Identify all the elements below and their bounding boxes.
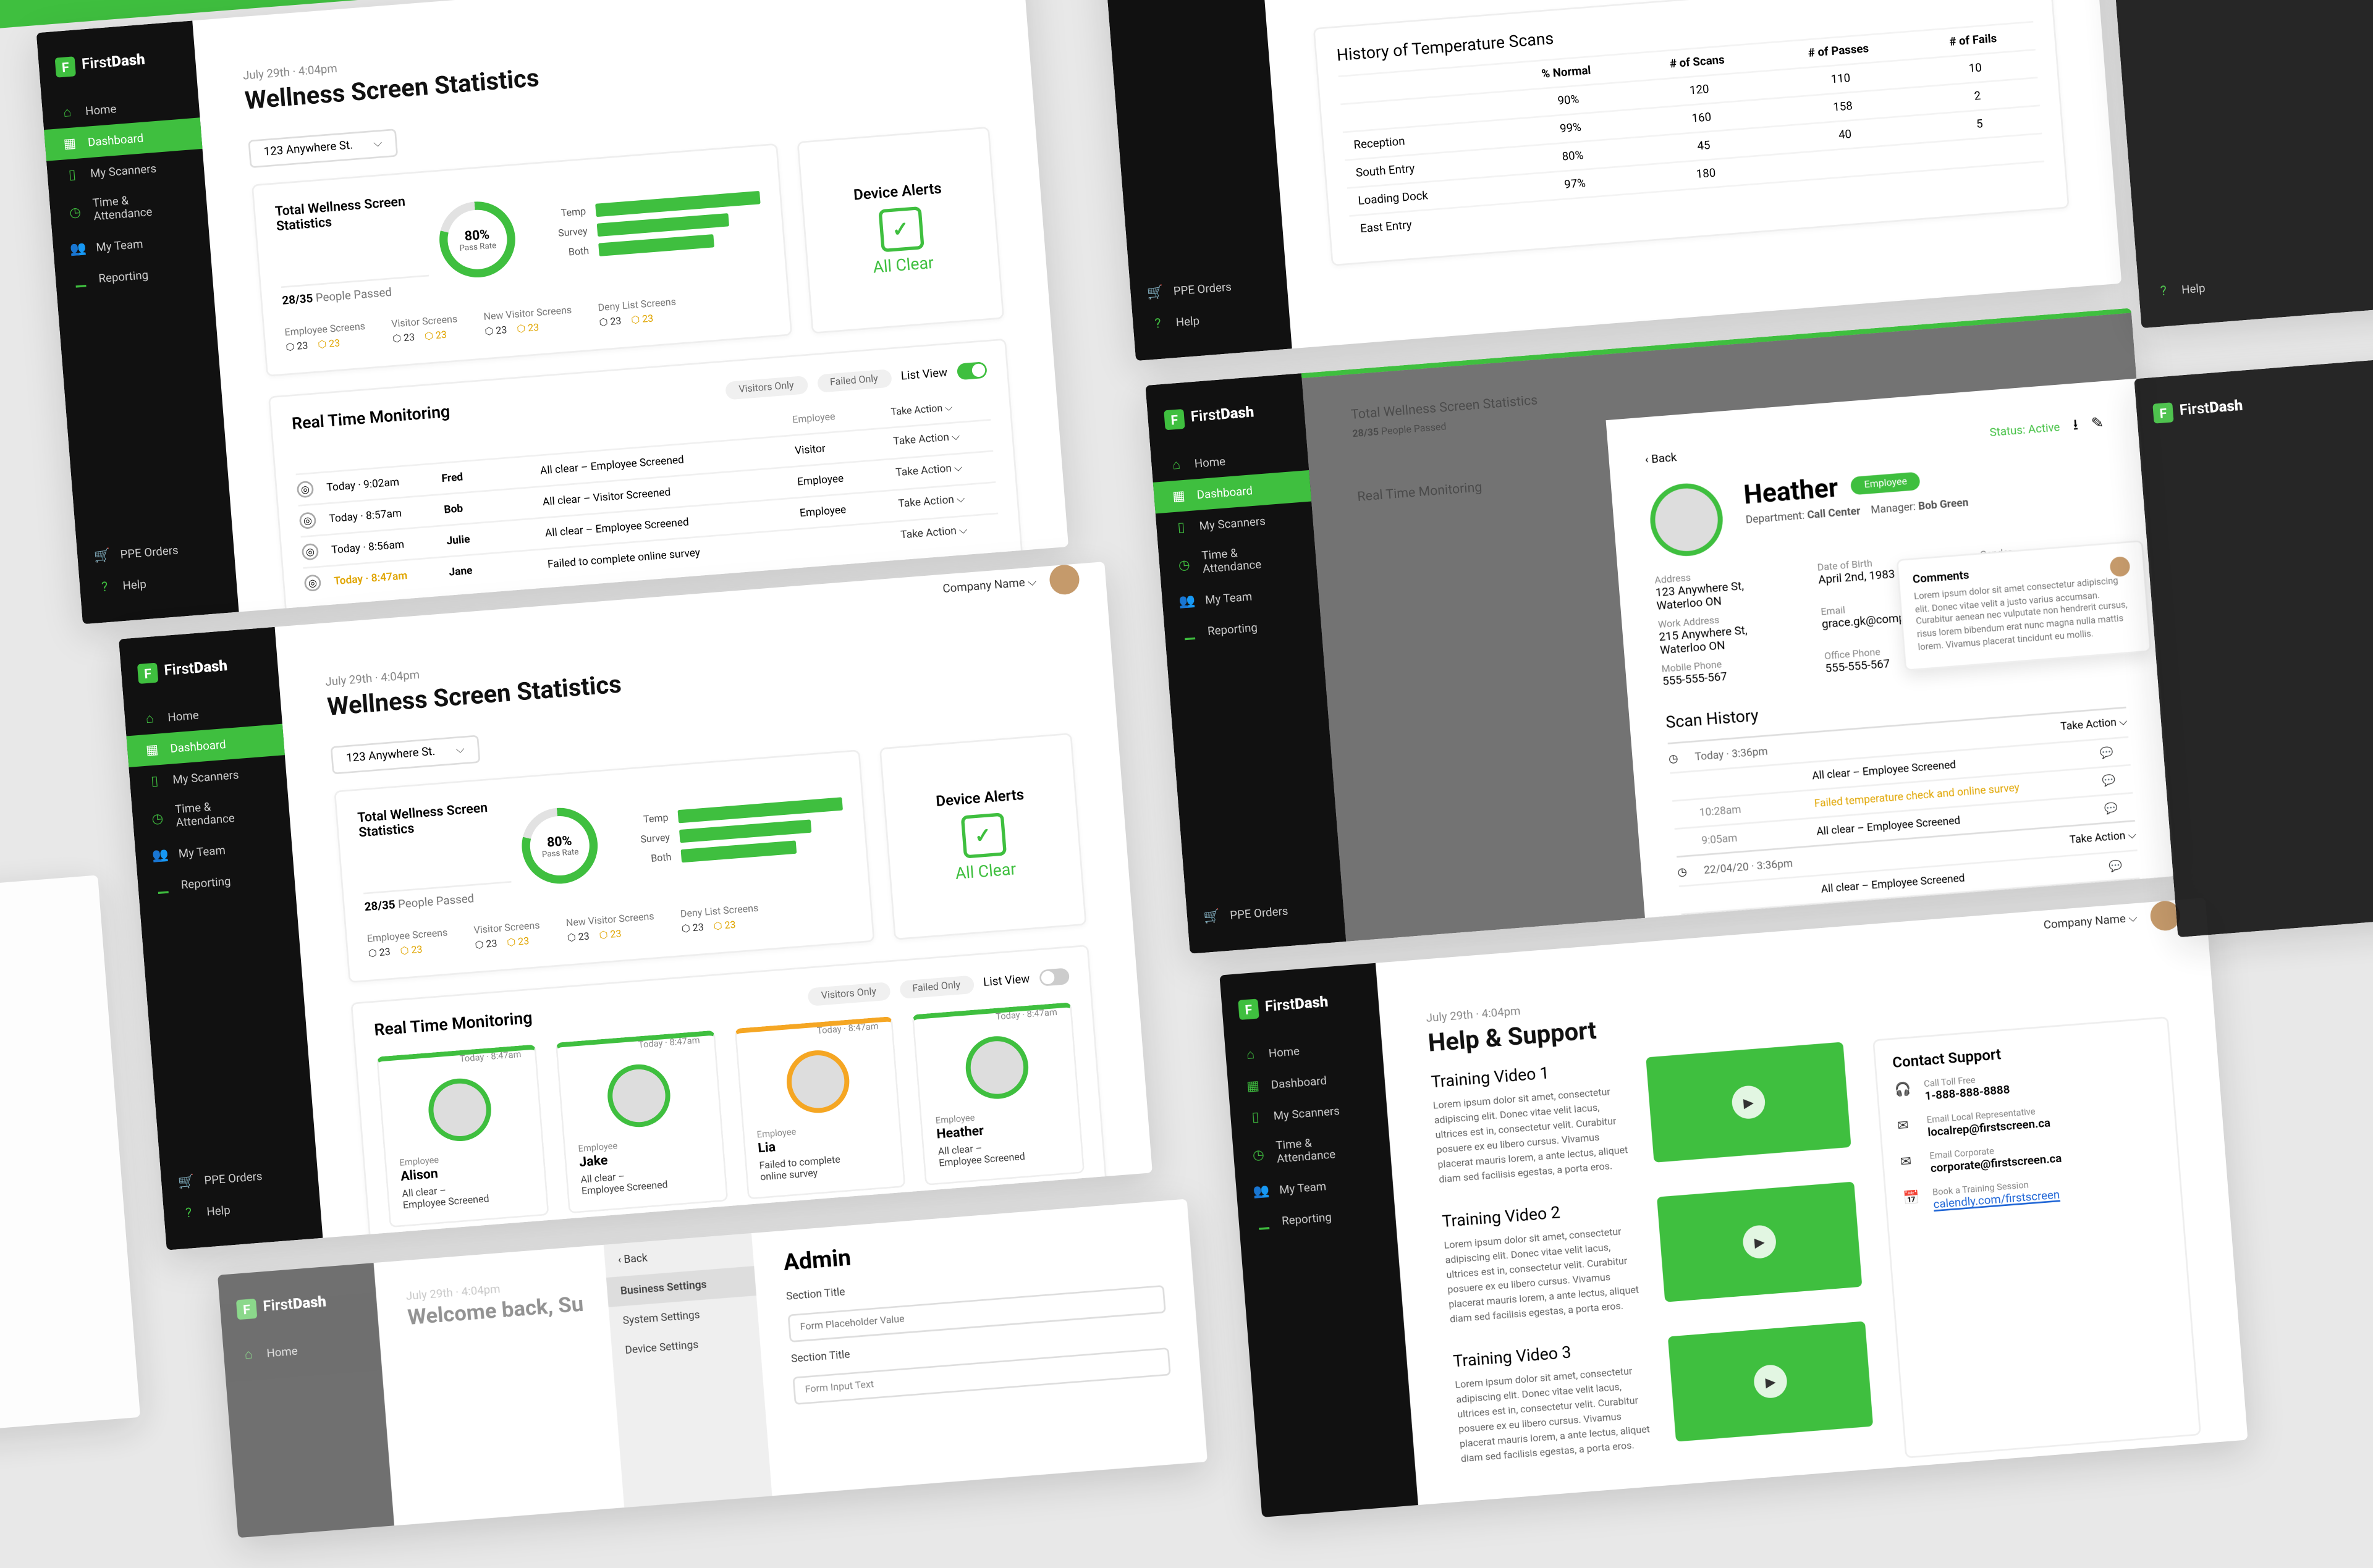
contact-icon: 📅 xyxy=(1903,1189,1924,1205)
home-icon: ⌂ xyxy=(141,710,158,727)
help-icon: ? xyxy=(96,579,113,595)
chat-icon[interactable]: 💬 xyxy=(2102,772,2133,788)
home-icon: ⌂ xyxy=(59,104,76,120)
chart-icon: ▁ xyxy=(154,878,171,894)
cart-icon: 🛒 xyxy=(93,548,111,564)
contact-row[interactable]: 📅 Book a Training Sessioncalendly.com/fi… xyxy=(1903,1171,2164,1214)
shield-check-icon: ✓ xyxy=(960,812,1006,858)
clock-icon: ◷ xyxy=(1668,749,1695,765)
stat-block: New Visitor Screens ⬡ 23⬡ 23 xyxy=(565,910,656,943)
pin-icon: ◎ xyxy=(299,511,317,529)
location-select[interactable]: 123 Anywhere St. xyxy=(331,734,481,773)
chat-icon[interactable]: 💬 xyxy=(2109,858,2139,873)
dashboard-icon: ▦ xyxy=(143,742,161,758)
contact-icon: ✉ xyxy=(1900,1153,1921,1170)
take-action[interactable]: Take Action ⌵ xyxy=(895,458,995,481)
employee-field: Work Address215 Anywhere St, Waterloo ON xyxy=(1657,609,1793,657)
employee-field: Address123 Anywhere St, Waterloo ON xyxy=(1654,565,1790,613)
stat-block: Visitor Screens ⬡ 23⬡ 23 xyxy=(391,313,459,345)
scanner-icon: ▯ xyxy=(64,167,81,183)
contact-row[interactable]: ✉ Email Local Representativelocalrep@fir… xyxy=(1897,1098,2159,1142)
contact-row[interactable]: ✉ Email Corporatecorporate@firstscreen.c… xyxy=(1900,1134,2161,1178)
comments-popover: Comments Lorem ipsum dolor sit amet cons… xyxy=(1897,540,2152,672)
video-thumbnail[interactable] xyxy=(1668,1321,1873,1441)
person-card[interactable]: Today · 8:47am Employee Heather All clea… xyxy=(912,1001,1085,1185)
clock-icon: ◷ xyxy=(1677,863,1704,879)
chat-icon[interactable]: 💬 xyxy=(2099,744,2130,760)
team-icon: 👥 xyxy=(69,240,87,256)
contact-icon: ✉ xyxy=(1897,1117,1918,1133)
employee-avatar xyxy=(1647,481,1725,558)
pin-icon: ◎ xyxy=(297,479,315,497)
back-button[interactable]: ‹ Back xyxy=(1644,451,1677,466)
help-icon: ? xyxy=(180,1205,197,1221)
stats-bars: Temp Survey Both xyxy=(543,191,764,261)
pin-icon: ◎ xyxy=(301,542,319,560)
dashboard-icon: ▦ xyxy=(61,135,78,151)
contact-support-card: Contact Support 🎧 Call Toll Free1-888-88… xyxy=(1872,1016,2201,1459)
take-action[interactable]: Take Action ⌵ xyxy=(898,489,997,512)
location-select[interactable]: 123 Anywhere St. xyxy=(248,128,398,167)
chat-icon[interactable]: 💬 xyxy=(2110,886,2141,901)
employee-field: Mobile Phone555-555-567 xyxy=(1661,654,1796,689)
person-avatar xyxy=(784,1047,852,1115)
stat-block: Deny List Screens ⬡ 23⬡ 23 xyxy=(680,902,759,934)
stat-block: Employee Screens ⬡ 23⬡ 23 xyxy=(366,927,449,959)
listview-toggle[interactable] xyxy=(1039,967,1070,986)
stat-block: Employee Screens ⬡ 23⬡ 23 xyxy=(284,320,367,353)
person-card[interactable]: Today · 8:47am Employee Lia Failed to co… xyxy=(734,1016,906,1199)
role-badge: Employee xyxy=(1850,471,1921,495)
person-card[interactable]: Today · 8:47am Employee Alison All clear… xyxy=(376,1043,549,1227)
take-action[interactable]: Take Action ⌵ xyxy=(2004,828,2137,853)
avatar[interactable] xyxy=(1049,563,1081,596)
admin-submenu: ‹ Back Business Settings System Settings… xyxy=(604,1233,772,1507)
contact-icon: 🎧 xyxy=(1894,1081,1915,1097)
take-action[interactable]: Take Action ⌵ xyxy=(900,521,1000,543)
scanner-icon: ▯ xyxy=(146,773,163,789)
team-icon: 👥 xyxy=(151,847,169,863)
company-menu[interactable]: Company Name ⌵ xyxy=(2043,911,2138,933)
clock-icon: ◷ xyxy=(66,204,83,220)
passrate-ring: 80%Pass Rate xyxy=(436,199,518,280)
person-avatar xyxy=(963,1033,1030,1100)
video-thumbnail[interactable] xyxy=(1646,1042,1851,1163)
person-avatar xyxy=(606,1061,673,1129)
stats-card: Total Wellness Screen Statistics 28/35 P… xyxy=(252,142,792,376)
clock-icon: ◷ xyxy=(149,810,166,826)
pin-icon: ◎ xyxy=(303,573,321,591)
video-thumbnail[interactable] xyxy=(1657,1181,1862,1302)
listview-toggle[interactable] xyxy=(957,361,988,380)
person-card[interactable]: Today · 8:47am Employee Jake All clear –… xyxy=(555,1029,727,1213)
shield-check-icon: ✓ xyxy=(878,206,924,252)
training-video[interactable]: Training Video 2 Lorem ipsum dolor sit a… xyxy=(1442,1181,1863,1327)
stat-block: Visitor Screens ⬡ 23⬡ 23 xyxy=(473,919,541,951)
filter-visitors[interactable]: Visitors Only xyxy=(725,375,808,400)
chart-icon: ▁ xyxy=(72,272,89,288)
company-menu[interactable]: Company Name ⌵ xyxy=(942,575,1038,597)
stat-block: New Visitor Screens ⬡ 23⬡ 23 xyxy=(483,304,573,337)
help-icon: ? xyxy=(1149,316,1166,332)
filter-failed[interactable]: Failed Only xyxy=(816,368,892,392)
filter-visitors[interactable]: Visitors Only xyxy=(807,981,890,1006)
chat-icon[interactable]: 💬 xyxy=(2104,800,2134,816)
cart-icon: 🛒 xyxy=(1146,284,1164,300)
filter-failed[interactable]: Failed Only xyxy=(899,974,974,998)
employee-modal: ‹ Back Status: Active ⭳ ✎ Heath xyxy=(1605,379,2176,918)
edit-icon[interactable]: ✎ xyxy=(2091,416,2104,433)
download-icon[interactable]: ⭳ xyxy=(2072,413,2079,439)
cart-icon: 🛒 xyxy=(177,1174,195,1190)
device-alerts-card: Device Alerts ✓ All Clear xyxy=(797,125,1004,333)
take-action[interactable]: Take Action ⌵ xyxy=(1995,715,2128,740)
stat-block: Deny List Screens ⬡ 23⬡ 23 xyxy=(598,296,677,328)
take-action[interactable]: Take Action ⌵ xyxy=(893,427,992,449)
training-video[interactable]: Training Video 1 Lorem ipsum dolor sit a… xyxy=(1431,1042,1852,1188)
training-video[interactable]: Training Video 3 Lorem ipsum dolor sit a… xyxy=(1453,1321,1874,1467)
person-avatar xyxy=(427,1075,494,1142)
